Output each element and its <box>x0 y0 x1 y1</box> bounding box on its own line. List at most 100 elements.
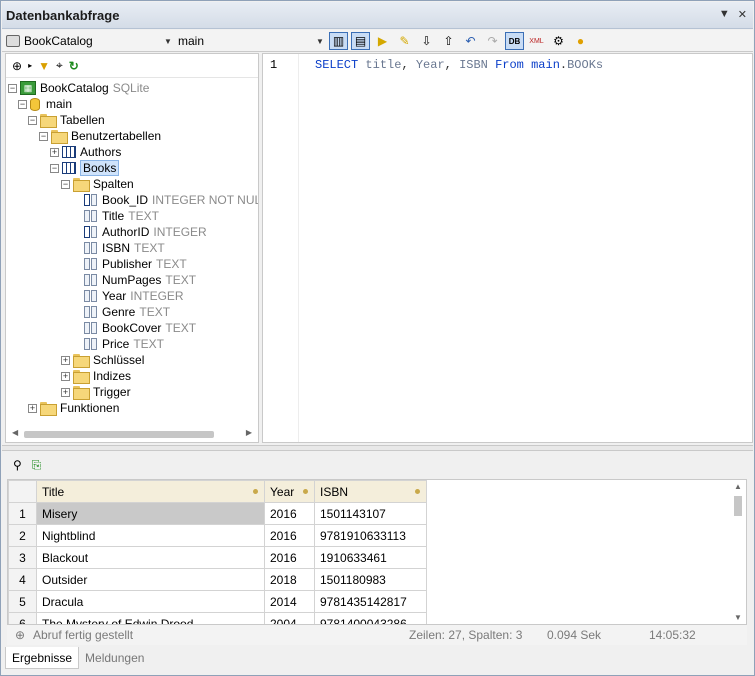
xml-icon[interactable]: XML <box>527 32 546 50</box>
cell-title[interactable]: The Mystery of Edwin Drood <box>36 612 265 624</box>
tree-column[interactable]: Genre TEXT <box>84 304 170 320</box>
pane-splitter[interactable] <box>2 445 753 451</box>
export-icon[interactable]: ⇧ <box>439 32 458 50</box>
scroll-up-icon[interactable]: ▲ <box>734 482 742 491</box>
tree-column[interactable]: ISBN TEXT <box>84 240 165 256</box>
cell-year[interactable]: 2004 <box>264 612 315 624</box>
cell-isbn[interactable]: 1910633461 <box>314 546 427 569</box>
tree-schema[interactable]: − main <box>18 96 72 112</box>
cell-year[interactable]: 2016 <box>264 524 315 547</box>
table-row[interactable]: 1 Misery 2016 1501143107 <box>8 502 427 525</box>
sort-icon[interactable] <box>415 489 420 494</box>
layout-split-icon[interactable]: ▤ <box>351 32 370 50</box>
column-header[interactable]: Title <box>36 480 265 503</box>
settings-icon[interactable]: ⚙ <box>549 32 568 50</box>
refresh-icon[interactable]: ↻ <box>69 59 79 73</box>
cell-title[interactable]: Misery <box>36 502 265 525</box>
tree-folder-columns[interactable]: − Spalten <box>61 176 134 192</box>
collapse-icon[interactable]: − <box>28 115 37 125</box>
collapse-icon[interactable]: − <box>18 99 27 109</box>
scroll-thumb[interactable] <box>734 496 742 516</box>
tree-folder-keys[interactable]: + Schlüssel <box>61 352 144 368</box>
table-row[interactable]: 6 The Mystery of Edwin Drood 2004 978140004… <box>8 612 427 624</box>
tree-column[interactable]: Price TEXT <box>84 336 164 352</box>
table-row[interactable]: 4 Outsider 2018 1501180983 <box>8 568 427 591</box>
tree-column[interactable]: Year INTEGER <box>84 288 184 304</box>
scroll-left-icon[interactable]: ◀ <box>12 428 18 437</box>
tree-column[interactable]: NumPages TEXT <box>84 272 196 288</box>
scroll-down-icon[interactable]: ▼ <box>734 613 742 622</box>
undo-icon[interactable]: ↶ <box>461 32 480 50</box>
tree-folder-functions[interactable]: + Funktionen <box>28 400 119 416</box>
cell-year[interactable]: 2016 <box>264 546 315 569</box>
layout-icon[interactable]: ▥ <box>329 32 348 50</box>
sql-editor[interactable]: 1 SELECT title, Year, ISBN From main.BOO… <box>262 53 753 443</box>
find-icon[interactable]: ⚲ <box>13 458 22 472</box>
tree-folder-trigger[interactable]: + Trigger <box>61 384 131 400</box>
sort-icon[interactable] <box>253 489 258 494</box>
column-header[interactable]: Year <box>264 480 315 503</box>
cell-isbn[interactable]: 9781910633113 <box>314 524 427 547</box>
collapse-icon[interactable]: − <box>61 179 70 189</box>
chevron-down-icon[interactable]: ▼ <box>162 36 174 48</box>
sort-icon[interactable] <box>303 489 308 494</box>
expand-icon[interactable]: + <box>61 387 70 397</box>
expand-icon[interactable]: + <box>50 147 59 157</box>
cell-year[interactable]: 2016 <box>264 502 315 525</box>
dropdown-icon[interactable]: ▼ <box>719 8 730 21</box>
tree-horizontal-scrollbar[interactable]: ◀ ▶ <box>12 428 252 440</box>
tree-column[interactable]: AuthorID INTEGER <box>84 224 207 240</box>
add-object-icon[interactable]: ⊕ <box>12 59 22 73</box>
tree-column[interactable]: BookCover TEXT <box>84 320 196 336</box>
tree-column[interactable]: Title TEXT <box>84 208 159 224</box>
close-icon[interactable]: ✕ <box>738 8 747 21</box>
tree-folder-indexes[interactable]: + Indizes <box>61 368 131 384</box>
cell-isbn[interactable]: 9781435142817 <box>314 590 427 613</box>
schema-select[interactable]: main ▼ <box>178 32 328 50</box>
execute-icon[interactable]: ▶ <box>373 32 392 50</box>
scroll-thumb[interactable] <box>24 431 214 438</box>
locate-icon[interactable]: ⌖ <box>56 58 63 73</box>
cell-title[interactable]: Blackout <box>36 546 265 569</box>
db-icon[interactable]: DB <box>505 32 524 50</box>
export-results-icon[interactable]: ⎘ <box>32 458 42 473</box>
connection-select[interactable]: BookCatalog ▼ <box>6 32 176 50</box>
collapse-icon[interactable]: − <box>50 163 59 173</box>
tree-folder-user-tables[interactable]: − Benutzertabellen <box>39 128 161 144</box>
collapse-icon[interactable]: − <box>39 131 48 141</box>
filter-icon[interactable]: ▼ <box>38 59 50 73</box>
scroll-right-icon[interactable]: ▶ <box>246 428 252 437</box>
stop-icon[interactable]: ● <box>571 32 590 50</box>
table-row[interactable]: 5 Dracula 2014 9781435142817 <box>8 590 427 613</box>
chevron-down-icon[interactable]: ▼ <box>314 36 326 48</box>
tree-table-books[interactable]: − Books <box>50 160 120 176</box>
cell-isbn[interactable]: 1501180983 <box>314 568 427 591</box>
tree-root[interactable]: − ▦ BookCatalog SQLite <box>8 80 149 96</box>
chevron-right-icon[interactable]: ▸ <box>28 61 32 70</box>
collapse-icon[interactable]: − <box>8 83 17 93</box>
cell-isbn[interactable]: 9781400043286 <box>314 612 427 624</box>
cell-title[interactable]: Dracula <box>36 590 265 613</box>
table-row[interactable]: 2 Nightblind 2016 9781910633113 <box>8 524 427 547</box>
sql-code[interactable]: SELECT title, Year, ISBN From main.BOOKs <box>315 58 603 72</box>
expand-icon[interactable]: + <box>28 403 37 413</box>
import-icon[interactable]: ⇩ <box>417 32 436 50</box>
tree-table-authors[interactable]: + Authors <box>50 144 121 160</box>
expand-icon[interactable]: + <box>61 371 70 381</box>
column-header[interactable]: ISBN <box>314 480 427 503</box>
redo-icon[interactable]: ↷ <box>483 32 502 50</box>
cell-year[interactable]: 2018 <box>264 568 315 591</box>
tab-results[interactable]: Ergebnisse <box>5 647 80 669</box>
cell-title[interactable]: Nightblind <box>36 524 265 547</box>
tree-column[interactable]: Publisher TEXT <box>84 256 187 272</box>
tree-folder-tables[interactable]: − Tabellen <box>28 112 105 128</box>
table-row[interactable]: 3 Blackout 2016 1910633461 <box>8 546 427 569</box>
results-vertical-scrollbar[interactable]: ▲ ▼ <box>732 482 744 622</box>
cell-year[interactable]: 2014 <box>264 590 315 613</box>
execute-step-icon[interactable]: ✎ <box>395 32 414 50</box>
tree-column[interactable]: Book_ID INTEGER NOT NULL <box>84 192 258 208</box>
tab-messages[interactable]: Meldungen <box>79 647 150 669</box>
cell-title[interactable]: Outsider <box>36 568 265 591</box>
expand-icon[interactable]: + <box>61 355 70 365</box>
cell-isbn[interactable]: 1501143107 <box>314 502 427 525</box>
